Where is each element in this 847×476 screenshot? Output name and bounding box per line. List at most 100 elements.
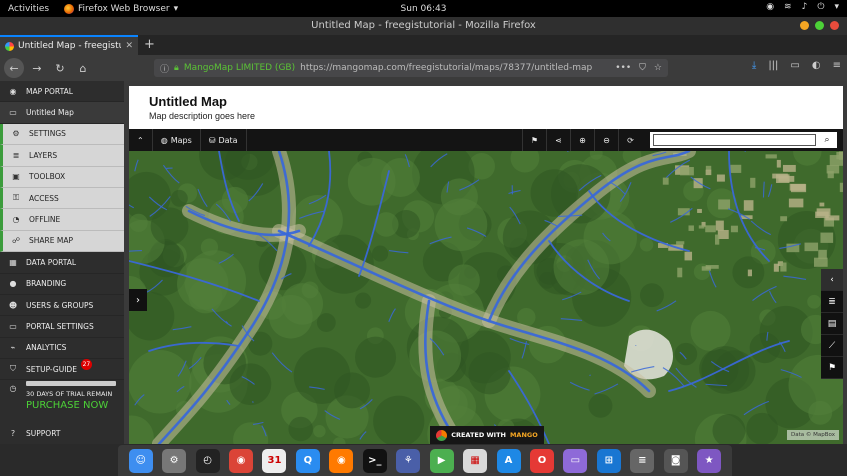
- firefox-icon[interactable]: ◉: [329, 448, 354, 473]
- finder-icon[interactable]: ☺: [128, 448, 153, 473]
- maps-button[interactable]: ◍ Maps: [153, 129, 201, 151]
- sidebar-item-support[interactable]: ? SUPPORT: [0, 423, 124, 444]
- sidebar-item-map-portal[interactable]: ◉ MAP PORTAL: [0, 81, 124, 103]
- menu-icon[interactable]: ≡: [833, 60, 841, 71]
- calendar-icon[interactable]: 31: [262, 448, 287, 473]
- url-bar[interactable]: ⓘ 🔒︎ MangoMap LIMITED (GB) https://mango…: [154, 59, 668, 77]
- sidebar-item-data-portal[interactable]: ▦ DATA PORTAL: [0, 252, 124, 274]
- url-text[interactable]: https://mangomap.com/freegistutorial/map…: [300, 63, 610, 73]
- imovie-icon[interactable]: ★: [697, 448, 722, 473]
- activities-button[interactable]: Activities: [0, 4, 60, 14]
- new-tab-button[interactable]: +: [144, 37, 155, 52]
- sidebar-item-share-map[interactable]: ☍ SHARE MAP: [0, 230, 124, 253]
- admin-sidebar: ◉ MAP PORTAL ▭ Untitled Map ⚙ SETTINGS ≣ LAYERS…: [0, 81, 124, 444]
- farmland-patch: [676, 241, 685, 245]
- search-icon[interactable]: ⌕: [818, 135, 836, 145]
- quicktime-icon[interactable]: Q: [295, 448, 320, 473]
- system-prefs-icon[interactable]: ⚙: [162, 448, 187, 473]
- collapse-right-panel-button[interactable]: ‹: [821, 269, 843, 291]
- share-button[interactable]: ⋖: [546, 129, 570, 151]
- chrome-tray-icon[interactable]: ◉: [766, 2, 774, 12]
- terminal-icon[interactable]: >_: [362, 448, 387, 473]
- sidebar-item-users-groups[interactable]: ☻ USERS & GROUPS: [0, 295, 124, 317]
- farmland-patch: [718, 199, 731, 210]
- farmland-patch: [788, 198, 804, 208]
- sidebar-item-layers[interactable]: ≣ LAYERS: [0, 145, 124, 167]
- sidebar-item-untitled-map[interactable]: ▭ Untitled Map: [0, 102, 124, 124]
- sidebar-item-settings[interactable]: ⚙ SETTINGS: [0, 123, 124, 146]
- terrain-patch: [434, 198, 488, 251]
- volume-icon[interactable]: ♪: [802, 2, 808, 12]
- map-search-input[interactable]: [653, 134, 816, 146]
- chevron-down-icon[interactable]: ▾: [834, 2, 839, 12]
- measure-button[interactable]: ⟋: [821, 335, 843, 357]
- url-actions[interactable]: ••• ⛉ ☆: [615, 63, 662, 73]
- close-window-button[interactable]: [830, 21, 839, 30]
- trial-remaining-text: 30 DAYS OF TRIAL REMAIN: [26, 390, 113, 399]
- preview-icon[interactable]: ▦: [463, 448, 488, 473]
- minimize-button[interactable]: [800, 21, 809, 30]
- terrain-patch: [200, 238, 219, 256]
- sidebar-icon[interactable]: ▭: [790, 60, 799, 71]
- layers-button[interactable]: ≣: [821, 291, 843, 313]
- sidebar-item-toolbox[interactable]: ▣ TOOLBOX: [0, 166, 124, 188]
- map-attribution[interactable]: Data © MapBox: [787, 430, 839, 440]
- system-tray[interactable]: ◉ ≋ ♪ ⏻ ▾: [766, 2, 839, 12]
- sidebar-item-offline[interactable]: ◔ OFFLINE: [0, 209, 124, 231]
- site-identity[interactable]: MangoMap LIMITED (GB): [184, 63, 295, 73]
- stack-icon[interactable]: ≡: [630, 448, 655, 473]
- app-store-icon[interactable]: A: [496, 448, 521, 473]
- data-button[interactable]: ⛁ Data: [201, 129, 247, 151]
- pocket-icon[interactable]: ⛉: [639, 63, 646, 73]
- app-menu[interactable]: Firefox Web Browser ▾: [64, 3, 178, 14]
- windows-icon[interactable]: ⊞: [596, 448, 621, 473]
- sidebar-item-analytics[interactable]: ⌁ ANALYTICS: [0, 338, 124, 360]
- screen-share-icon[interactable]: ▭: [563, 448, 588, 473]
- info-icon[interactable]: ⓘ: [160, 62, 169, 75]
- opera-icon[interactable]: O: [529, 448, 554, 473]
- zoom-in-button[interactable]: ⊕: [570, 129, 594, 151]
- clock-icon[interactable]: ◴: [195, 448, 220, 473]
- sidebar-item-portal-settings[interactable]: ▭ PORTAL SETTINGS: [0, 316, 124, 338]
- map-canvas[interactable]: › ‹ ≣ ▤ ⟋ ⚑ CREATED WITH MANGO Data © MapBox: [129, 151, 843, 444]
- terrain-patch: [334, 372, 371, 409]
- terrain-patch: [355, 336, 397, 378]
- farmland-patch: [677, 267, 683, 278]
- purchase-now-link[interactable]: PURCHASE NOW: [26, 400, 116, 411]
- zoom-out-button[interactable]: ⊖: [594, 129, 618, 151]
- network-icon[interactable]: ≋: [784, 2, 792, 12]
- toolbar-right-icons[interactable]: ⤓ ||| ▭ ◐ ≡: [752, 60, 841, 71]
- sidebar-item-icon: ☻: [8, 300, 18, 310]
- expand-panel-button[interactable]: ›: [129, 289, 147, 311]
- close-icon[interactable]: ✕: [125, 41, 133, 51]
- launchpad-icon[interactable]: ⚘: [396, 448, 421, 473]
- download-icon[interactable]: ⤓: [752, 60, 756, 71]
- farmland-patch: [820, 232, 834, 243]
- ibooks-icon[interactable]: ▶: [429, 448, 454, 473]
- terrain-patch: [588, 393, 613, 418]
- library-icon[interactable]: |||: [768, 60, 778, 71]
- created-with-mango-badge[interactable]: CREATED WITH MANGO: [430, 426, 544, 444]
- bookmark-button[interactable]: ⚑: [522, 129, 546, 151]
- bookmark-star-icon[interactable]: ☆: [654, 63, 662, 73]
- extension-icon[interactable]: ◐: [812, 60, 821, 71]
- back-button[interactable]: ←: [4, 58, 24, 78]
- photo-booth-icon[interactable]: ◙: [663, 448, 688, 473]
- sidebar-item-branding[interactable]: ● BRANDING: [0, 274, 124, 295]
- refresh-button[interactable]: ⟳: [618, 129, 642, 151]
- sidebar-item-access[interactable]: ⚿ ACCESS: [0, 187, 124, 210]
- forward-button[interactable]: →: [27, 58, 47, 78]
- reload-button[interactable]: ↻: [50, 58, 70, 78]
- power-icon[interactable]: ⏻: [817, 2, 824, 12]
- legend-button[interactable]: ▤: [821, 313, 843, 335]
- farmland-patch: [816, 208, 831, 216]
- home-button[interactable]: ⌂: [73, 58, 93, 78]
- tab-untitled-map[interactable]: Untitled Map - freegistut ✕: [0, 35, 138, 55]
- chrome-icon[interactable]: ◉: [229, 448, 254, 473]
- maximize-button[interactable]: [815, 21, 824, 30]
- page-actions-icon[interactable]: •••: [615, 63, 631, 73]
- terrain-patch: [639, 283, 664, 308]
- collapse-header-button[interactable]: ⌃: [129, 129, 153, 151]
- bookmarks-button[interactable]: ⚑: [821, 357, 843, 379]
- satellite-map-layer[interactable]: [129, 151, 843, 444]
